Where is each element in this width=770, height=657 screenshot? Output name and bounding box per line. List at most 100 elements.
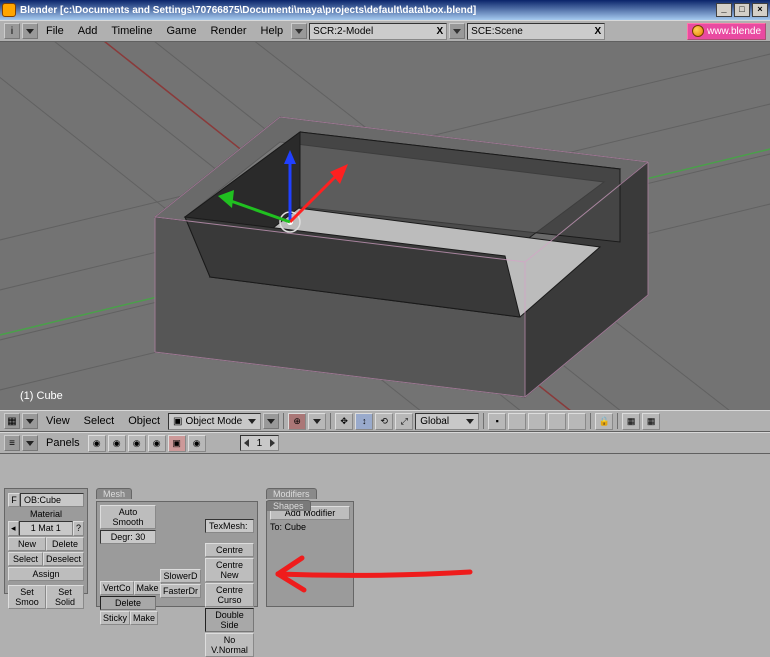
ob-f-button[interactable]: F: [8, 493, 20, 507]
menu-add[interactable]: Add: [72, 23, 104, 39]
mat-browse-icon[interactable]: ◂: [8, 521, 19, 536]
menu-render[interactable]: Render: [204, 23, 252, 39]
3dview-type-icon[interactable]: ▦: [4, 413, 20, 429]
context-editing-icon[interactable]: ▣: [168, 435, 186, 452]
close-button[interactable]: ×: [752, 3, 768, 17]
material-section-label: Material: [8, 509, 84, 519]
scene-browse-icon[interactable]: [449, 23, 465, 39]
3dview-collapse-icon[interactable]: [22, 413, 38, 429]
3d-viewport[interactable]: (1) Cube: [0, 42, 770, 410]
manipulator-translate-icon[interactable]: ↕: [355, 413, 373, 430]
sticky-label: Sticky: [100, 611, 130, 625]
centre-button[interactable]: Centre: [205, 543, 254, 557]
menu-help[interactable]: Help: [255, 23, 290, 39]
degr-field[interactable]: Degr: 30: [100, 530, 156, 544]
layer-btn-5[interactable]: [568, 413, 586, 430]
window-type-icon[interactable]: i: [4, 23, 20, 39]
mesh-tab[interactable]: Mesh: [96, 488, 132, 499]
panel-page-number: 1: [257, 438, 263, 449]
buttons-type-icon[interactable]: ≡: [4, 435, 20, 451]
mode-selector[interactable]: ▣ Object Mode: [168, 413, 261, 430]
pivot-menu-icon[interactable]: [308, 413, 326, 430]
fasterdraw-button[interactable]: FasterDr: [160, 584, 201, 598]
modifier-target-label: To: Cube: [270, 522, 350, 532]
ob-name-field[interactable]: OB:Cube: [20, 493, 84, 507]
layer-btn-1[interactable]: ▪: [488, 413, 506, 430]
3dview-header: ▦ View Select Object ▣ Object Mode ⊕ ✥ ↕…: [0, 410, 770, 432]
vertcol-make-button[interactable]: Make: [134, 581, 162, 595]
lock-icon[interactable]: 🔒: [595, 413, 613, 430]
manipulator-scale-icon[interactable]: ⤢: [395, 413, 413, 430]
menu-select[interactable]: Select: [78, 413, 121, 429]
texmesh-field[interactable]: TexMesh:: [205, 519, 254, 533]
context-logic-icon[interactable]: ◉: [88, 435, 106, 452]
manipulator-toggle[interactable]: ✥: [335, 413, 353, 430]
context-shading-icon[interactable]: ◉: [128, 435, 146, 452]
menu-timeline[interactable]: Timeline: [105, 23, 158, 39]
active-object-label: (1) Cube: [20, 390, 63, 402]
orientation-selector[interactable]: Global: [415, 413, 479, 430]
pivot-icon[interactable]: ⊕: [288, 413, 306, 430]
double-sided-button[interactable]: Double Side: [205, 608, 254, 632]
mat-assign-button[interactable]: Assign: [8, 567, 84, 581]
screen-field-text: SCR:2-Model: [313, 26, 373, 37]
menu-file[interactable]: File: [40, 23, 70, 39]
manipulator-rotate-icon[interactable]: ⟲: [375, 413, 393, 430]
panels-label: Panels: [40, 435, 86, 451]
screen-field[interactable]: SCR:2-Model X: [309, 23, 447, 40]
menu-object[interactable]: Object: [122, 413, 166, 429]
info-header: i File Add Timeline Game Render Help SCR…: [0, 20, 770, 42]
screen-clear-icon[interactable]: X: [436, 26, 443, 37]
minimize-button[interactable]: _: [716, 3, 732, 17]
set-smooth-button[interactable]: Set Smoo: [8, 585, 46, 609]
mat-select-button[interactable]: Select: [8, 552, 43, 566]
panel-pager[interactable]: 1: [240, 435, 280, 451]
slowerdraw-button[interactable]: SlowerD: [160, 569, 201, 583]
vertcol-label: VertCo: [100, 581, 134, 595]
menu-view[interactable]: View: [40, 413, 76, 429]
mat-new-button[interactable]: New: [8, 537, 46, 551]
shading-selector[interactable]: [263, 413, 279, 429]
viewport-canvas: [0, 42, 770, 410]
scene-field-text: SCE:Scene: [471, 26, 523, 37]
cube-icon: ▣: [173, 416, 182, 427]
layer-btn-4[interactable]: [548, 413, 566, 430]
render-icon[interactable]: ▦: [642, 413, 660, 430]
window-titlebar: Blender [c:\Documents and Settings\70766…: [0, 0, 770, 20]
auto-smooth-button[interactable]: Auto Smooth: [100, 505, 156, 529]
mat-index-field[interactable]: 1 Mat 1: [19, 521, 73, 536]
header-collapse-icon[interactable]: [22, 23, 38, 39]
buttons-header: ≡ Panels ◉ ◉ ◉ ◉ ▣ ◉ 1: [0, 432, 770, 454]
scene-field[interactable]: SCE:Scene X: [467, 23, 605, 40]
mat-help-icon[interactable]: ?: [73, 521, 84, 536]
blender-link[interactable]: www.blende: [687, 23, 766, 40]
buttons-collapse-icon[interactable]: [22, 435, 38, 451]
no-vnormal-button[interactable]: No V.Normal: [205, 633, 254, 657]
set-solid-button[interactable]: Set Solid: [46, 585, 84, 609]
render-preview-icon[interactable]: ▦: [622, 413, 640, 430]
texface-delete-button[interactable]: Delete: [100, 596, 156, 610]
screen-browse-icon[interactable]: [291, 23, 307, 39]
context-object-icon[interactable]: ◉: [148, 435, 166, 452]
mode-text: Object Mode: [185, 416, 242, 427]
sticky-make-button[interactable]: Make: [130, 611, 158, 625]
modifiers-tab[interactable]: Modifiers: [266, 488, 317, 499]
centre-cursor-button[interactable]: Centre Curso: [205, 583, 254, 607]
mat-deselect-button[interactable]: Deselect: [43, 552, 84, 566]
blender-link-text: www.blende: [707, 26, 761, 37]
context-script-icon[interactable]: ◉: [108, 435, 126, 452]
shapes-tab[interactable]: Shapes: [266, 500, 311, 511]
centre-new-button[interactable]: Centre New: [205, 558, 254, 582]
orientation-text: Global: [420, 416, 449, 427]
mesh-panel: Mesh Auto Smooth Degr: 30 VertCoMake Del…: [96, 488, 258, 606]
context-scene-icon[interactable]: ◉: [188, 435, 206, 452]
modifiers-panel: Modifiers Shapes Add Modifier To: Cube: [266, 488, 354, 606]
layer-btn-3[interactable]: [528, 413, 546, 430]
layer-btn-2[interactable]: [508, 413, 526, 430]
scene-clear-icon[interactable]: X: [594, 26, 601, 37]
menu-game[interactable]: Game: [160, 23, 202, 39]
blender-logo-icon: [692, 25, 704, 37]
mat-delete-button[interactable]: Delete: [46, 537, 84, 551]
maximize-button[interactable]: □: [734, 3, 750, 17]
panels-area: F OB:Cube Material ◂ 1 Mat 1 ? New Delet…: [0, 454, 770, 610]
